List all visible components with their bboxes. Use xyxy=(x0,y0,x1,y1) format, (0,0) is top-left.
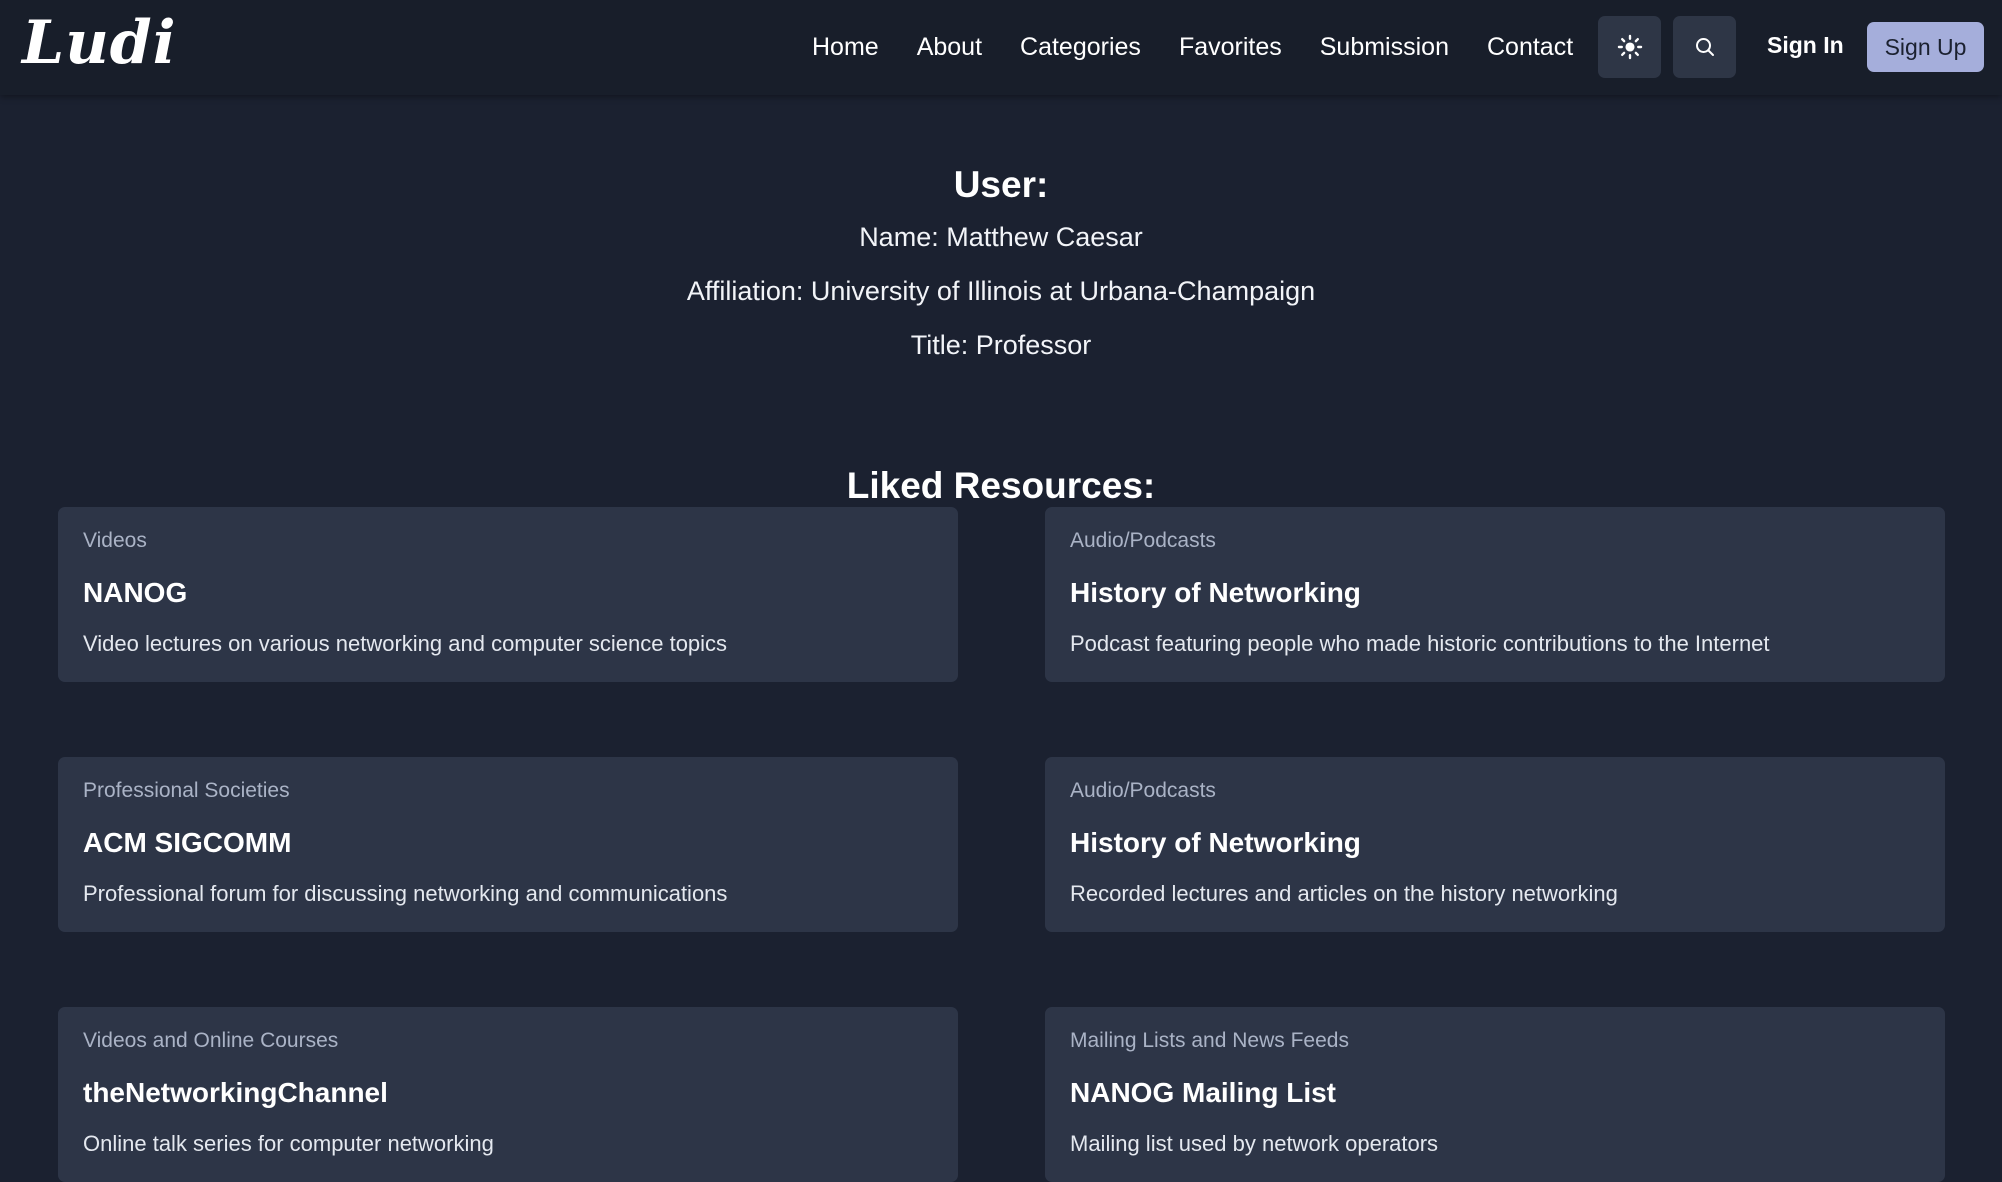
resource-description: Professional forum for discussing networ… xyxy=(83,881,728,906)
resource-card[interactable]: Professional Societies ACM SIGCOMM Profe… xyxy=(58,757,958,932)
nav-link-favorites[interactable]: Favorites xyxy=(1179,33,1282,62)
resource-title[interactable]: NANOG xyxy=(83,577,187,609)
resource-category: Mailing Lists and News Feeds xyxy=(1070,1029,1349,1052)
resource-description: Podcast featuring people who made histor… xyxy=(1070,631,1770,656)
theme-toggle-button[interactable] xyxy=(1598,16,1661,78)
resource-title[interactable]: theNetworkingChannel xyxy=(83,1077,388,1109)
nav-link-contact[interactable]: Contact xyxy=(1487,33,1573,62)
user-heading: User: xyxy=(953,164,1049,205)
resource-card[interactable]: Audio/Podcasts History of Networking Rec… xyxy=(1045,757,1945,932)
user-affiliation: Affiliation: University of Illinois at U… xyxy=(686,276,1316,306)
navbar: Ludi Home About Categories Favorites Sub… xyxy=(0,0,2002,95)
resource-title[interactable]: History of Networking xyxy=(1070,827,1361,859)
resource-category: Audio/Podcasts xyxy=(1070,529,1216,552)
resource-title[interactable]: ACM SIGCOMM xyxy=(83,827,291,859)
nav-link-home[interactable]: Home xyxy=(812,33,879,62)
resource-title[interactable]: History of Networking xyxy=(1070,577,1361,609)
resource-description: Mailing list used by network operators xyxy=(1070,1131,1439,1156)
resource-card[interactable]: Videos NANOG Video lectures on various n… xyxy=(58,507,958,682)
nav-links: Home About Categories Favorites Submissi… xyxy=(812,0,1611,95)
search-icon xyxy=(1695,38,1714,56)
resource-description: Recorded lectures and articles on the hi… xyxy=(1070,881,1618,906)
resource-category: Professional Societies xyxy=(83,779,290,802)
sun-icon xyxy=(1617,34,1642,60)
liked-resources-heading: Liked Resources: xyxy=(846,464,1156,506)
resource-card[interactable]: Mailing Lists and News Feeds NANOG Maili… xyxy=(1045,1007,1945,1182)
nav-link-about[interactable]: About xyxy=(917,33,982,62)
nav-link-submission[interactable]: Submission xyxy=(1320,33,1449,62)
resource-description: Online talk series for computer networki… xyxy=(83,1131,494,1156)
sign-up-button[interactable]: Sign Up xyxy=(1867,22,1984,72)
logo[interactable]: Ludi xyxy=(22,8,177,78)
sign-in-link[interactable]: Sign In xyxy=(1767,32,1844,59)
user-name: Name: Matthew Caesar xyxy=(859,222,1143,252)
resource-title[interactable]: NANOG Mailing List xyxy=(1070,1077,1336,1109)
search-button[interactable] xyxy=(1673,16,1736,78)
resource-card[interactable]: Videos and Online Courses theNetworkingC… xyxy=(58,1007,958,1182)
resource-card[interactable]: Audio/Podcasts History of Networking Pod… xyxy=(1045,507,1945,682)
user-title: Title: Professor xyxy=(910,330,1092,360)
resource-category: Videos xyxy=(83,529,147,552)
nav-link-categories[interactable]: Categories xyxy=(1020,33,1141,62)
resource-description: Video lectures on various networking and… xyxy=(83,631,728,656)
resource-category: Audio/Podcasts xyxy=(1070,779,1216,802)
user-info: User: Name: Matthew Caesar Affiliation: … xyxy=(0,160,2002,372)
resource-category: Videos and Online Courses xyxy=(83,1029,339,1052)
